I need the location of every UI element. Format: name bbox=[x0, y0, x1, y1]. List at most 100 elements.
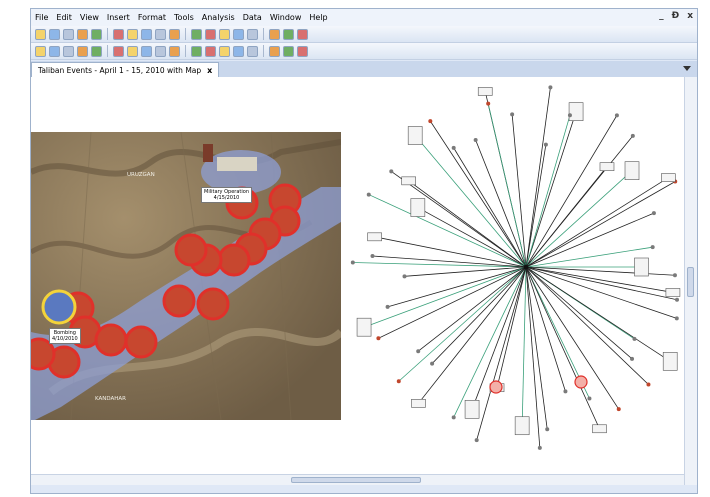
tab-list-icon[interactable] bbox=[683, 66, 691, 71]
entity-node[interactable] bbox=[651, 211, 656, 216]
help-icon[interactable] bbox=[297, 45, 308, 57]
entity-node[interactable] bbox=[543, 142, 548, 147]
menu-analysis[interactable]: Analysis bbox=[198, 13, 239, 22]
node-icon[interactable] bbox=[77, 45, 88, 57]
layout-icon[interactable] bbox=[219, 28, 230, 40]
entity-node[interactable] bbox=[548, 85, 553, 90]
spacing-icon[interactable] bbox=[169, 45, 180, 57]
entity-node[interactable] bbox=[675, 297, 679, 302]
entity-card-node[interactable] bbox=[401, 176, 416, 186]
entity-node[interactable] bbox=[428, 119, 433, 124]
entity-node[interactable] bbox=[630, 356, 635, 361]
tab-close-icon[interactable]: x bbox=[207, 66, 212, 75]
menu-format[interactable]: Format bbox=[134, 13, 170, 22]
table-icon[interactable] bbox=[91, 45, 102, 57]
flip-icon[interactable] bbox=[191, 45, 202, 57]
entity-card-node[interactable] bbox=[411, 399, 426, 408]
minimize-button[interactable]: _ bbox=[659, 11, 664, 21]
menu-view[interactable]: View bbox=[76, 13, 103, 22]
save-icon[interactable] bbox=[63, 28, 74, 40]
menu-insert[interactable]: Insert bbox=[103, 13, 134, 22]
entity-card-node[interactable] bbox=[599, 162, 615, 171]
chart-icon[interactable] bbox=[247, 28, 258, 40]
entity-node[interactable] bbox=[376, 336, 381, 341]
entity-node[interactable] bbox=[587, 396, 592, 401]
arrow-icon[interactable] bbox=[113, 45, 124, 57]
cluster-icon[interactable] bbox=[283, 28, 294, 40]
link-network-graph[interactable] bbox=[341, 77, 687, 485]
entity-node[interactable] bbox=[563, 389, 568, 394]
entity-node[interactable] bbox=[674, 316, 679, 321]
entity-card-node[interactable] bbox=[464, 399, 480, 419]
entity-node[interactable] bbox=[430, 361, 435, 366]
entity-node[interactable] bbox=[630, 133, 635, 138]
entity-node[interactable] bbox=[650, 245, 655, 250]
entity-card-node[interactable] bbox=[407, 126, 423, 145]
open-icon[interactable] bbox=[49, 28, 60, 40]
undo-icon[interactable] bbox=[113, 28, 124, 40]
entity-card-node[interactable] bbox=[661, 173, 676, 182]
entity-node[interactable] bbox=[510, 112, 515, 117]
border-icon[interactable] bbox=[269, 45, 280, 57]
rotate-icon[interactable] bbox=[205, 45, 216, 57]
entity-node[interactable] bbox=[486, 101, 491, 106]
entity-node[interactable] bbox=[632, 336, 637, 341]
entity-card-node[interactable] bbox=[477, 87, 493, 96]
entity-node[interactable] bbox=[402, 274, 407, 279]
redo-icon[interactable] bbox=[127, 28, 138, 40]
highlighted-event-node[interactable] bbox=[574, 375, 588, 389]
bombing-callout[interactable]: Bombing 4/10/2010 bbox=[49, 328, 81, 344]
entity-card-node[interactable] bbox=[592, 424, 607, 434]
entity-node[interactable] bbox=[545, 427, 550, 432]
entity-node[interactable] bbox=[614, 113, 619, 118]
menu-data[interactable]: Data bbox=[239, 13, 266, 22]
close-button[interactable]: x bbox=[687, 11, 693, 21]
horizontal-scrollbar[interactable] bbox=[31, 474, 687, 485]
line-icon[interactable] bbox=[127, 45, 138, 57]
select-icon[interactable] bbox=[141, 28, 152, 40]
entity-node[interactable] bbox=[451, 145, 456, 150]
entity-node[interactable] bbox=[396, 379, 401, 384]
entity-card-node[interactable] bbox=[634, 257, 649, 277]
highlighted-event-node[interactable] bbox=[489, 380, 503, 394]
ellipse-icon[interactable] bbox=[219, 45, 230, 57]
color-icon[interactable] bbox=[233, 45, 244, 57]
entity-card-node[interactable] bbox=[662, 352, 678, 371]
tab-chart[interactable]: Taliban Events - April 1 - 15, 2010 with… bbox=[31, 62, 220, 77]
lasso-icon[interactable] bbox=[155, 28, 166, 40]
entity-card-node[interactable] bbox=[624, 161, 640, 180]
entity-node[interactable] bbox=[366, 192, 371, 197]
entity-card-node[interactable] bbox=[410, 198, 426, 217]
entity-node[interactable] bbox=[385, 304, 390, 309]
settings-icon[interactable] bbox=[297, 28, 308, 40]
menu-file[interactable]: File bbox=[31, 13, 52, 22]
entity-node[interactable] bbox=[389, 169, 394, 174]
entity-node[interactable] bbox=[646, 382, 651, 387]
font-icon[interactable] bbox=[283, 45, 294, 57]
military-operation-callout[interactable]: Military Operation 4/15/2010 bbox=[201, 187, 252, 203]
align-icon[interactable] bbox=[155, 45, 166, 57]
entity-node[interactable] bbox=[473, 137, 478, 142]
vertical-scroll-thumb[interactable] bbox=[687, 267, 694, 297]
pen-icon[interactable] bbox=[35, 45, 46, 57]
entity-node[interactable] bbox=[350, 260, 355, 265]
grid-icon[interactable] bbox=[233, 28, 244, 40]
entity-node[interactable] bbox=[567, 113, 572, 118]
entity-card-node[interactable] bbox=[356, 317, 372, 337]
text-icon[interactable] bbox=[141, 45, 152, 57]
entity-card-node[interactable] bbox=[367, 232, 382, 242]
entity-node[interactable] bbox=[416, 349, 421, 354]
horizontal-scroll-thumb[interactable] bbox=[291, 477, 421, 483]
zoom-out-icon[interactable] bbox=[191, 28, 202, 40]
fill-icon[interactable] bbox=[247, 45, 258, 57]
restore-button[interactable]: Ɖ bbox=[672, 11, 680, 21]
hub-node[interactable] bbox=[523, 264, 529, 270]
entity-node[interactable] bbox=[370, 254, 375, 259]
map-view[interactable]: URUZGAN KANDAHAR Military Operation 4/15… bbox=[31, 132, 341, 420]
menu-tools[interactable]: Tools bbox=[170, 13, 198, 22]
zoom-fit-icon[interactable] bbox=[205, 28, 216, 40]
entity-node[interactable] bbox=[616, 407, 621, 412]
menu-edit[interactable]: Edit bbox=[52, 13, 76, 22]
entity-node[interactable] bbox=[474, 438, 479, 443]
vertical-scrollbar[interactable] bbox=[684, 77, 697, 485]
